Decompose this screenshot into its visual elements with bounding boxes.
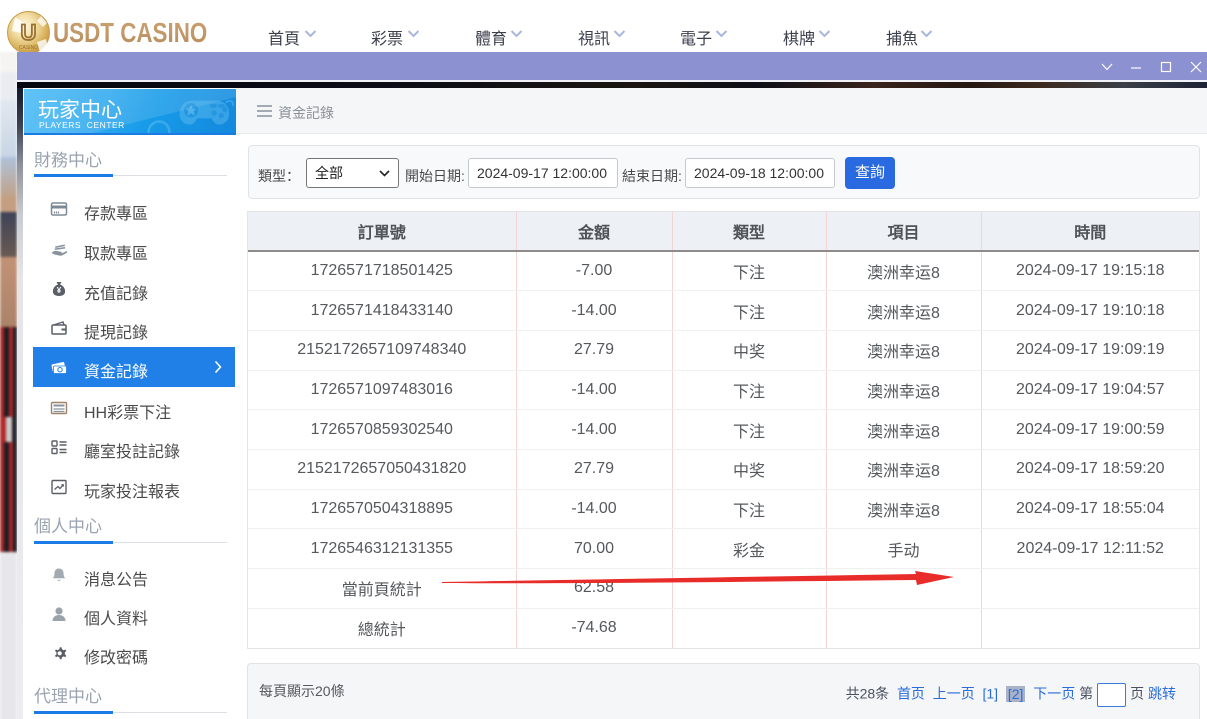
svg-text:CASINO: CASINO	[19, 45, 38, 51]
svg-text:U: U	[21, 20, 37, 45]
svg-text:¥: ¥	[57, 286, 62, 295]
